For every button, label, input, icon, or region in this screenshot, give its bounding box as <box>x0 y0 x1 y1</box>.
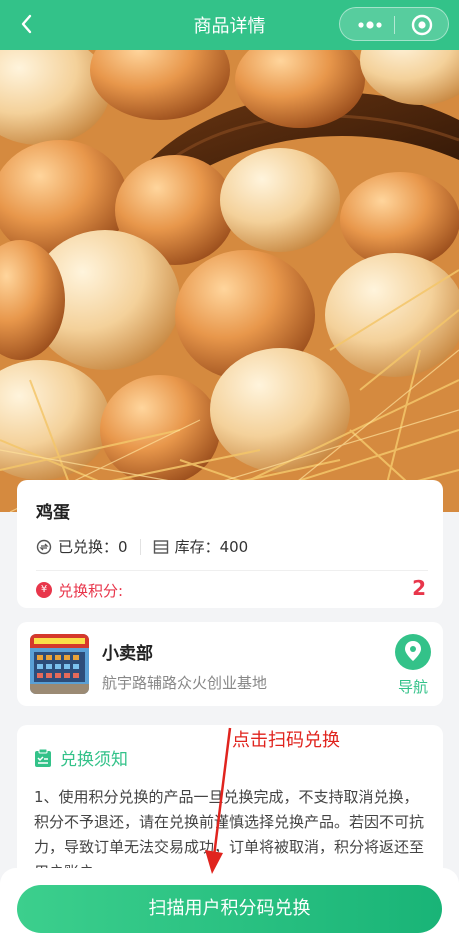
stock-label: 库存： <box>174 538 220 556</box>
divider <box>36 570 428 571</box>
yen-icon: ¥ <box>36 582 52 598</box>
product-stats: 已兑换： 0 库存： 400 <box>36 536 248 557</box>
notice-header: 兑换须知 <box>34 745 128 770</box>
navigate-button[interactable]: 导航 <box>393 634 433 698</box>
nav-circle <box>395 634 431 670</box>
notice-title: 兑换须知 <box>60 750 128 770</box>
capsule-divider <box>394 16 395 34</box>
exchange-icon <box>36 539 52 554</box>
stats-divider <box>139 538 141 555</box>
redeemed-count: 0 <box>118 537 128 556</box>
mini-program-capsule <box>339 7 449 41</box>
annotation-text: 点击扫码兑换 <box>232 730 340 751</box>
clipboard-icon <box>35 748 51 767</box>
points-value: 2 <box>412 576 426 600</box>
stock-count: 400 <box>219 537 249 556</box>
product-info-card: 鸡蛋 已兑换： 0 库存： 400 ¥ 兑换积分: 2 <box>17 480 443 608</box>
store-name: 小卖部 <box>102 644 153 664</box>
store-address: 航宇路辅路众火创业基地 <box>102 674 268 692</box>
bottom-action-bar: 扫描用户积分码兑换 <box>0 868 459 940</box>
more-icon[interactable] <box>350 14 390 36</box>
store-thumbnail <box>30 634 89 694</box>
points-label: 兑换积分: <box>58 582 124 600</box>
points-row: ¥ 兑换积分: 2 <box>36 576 426 602</box>
product-name: 鸡蛋 <box>36 503 70 523</box>
navigate-label: 导航 <box>397 678 428 696</box>
store-card[interactable]: 小卖部 航宇路辅路众火创业基地 导航 <box>17 622 443 706</box>
scan-points-code-button[interactable]: 扫描用户积分码兑换 <box>17 885 442 933</box>
close-target-icon[interactable] <box>410 13 434 37</box>
nav-bar: 商品详情 <box>0 0 459 50</box>
redeemed-label: 已兑换： <box>58 538 119 556</box>
map-pin-icon <box>405 641 421 661</box>
annotation-arrow-icon <box>205 727 232 874</box>
stock-icon <box>153 539 168 554</box>
product-image <box>0 50 459 512</box>
